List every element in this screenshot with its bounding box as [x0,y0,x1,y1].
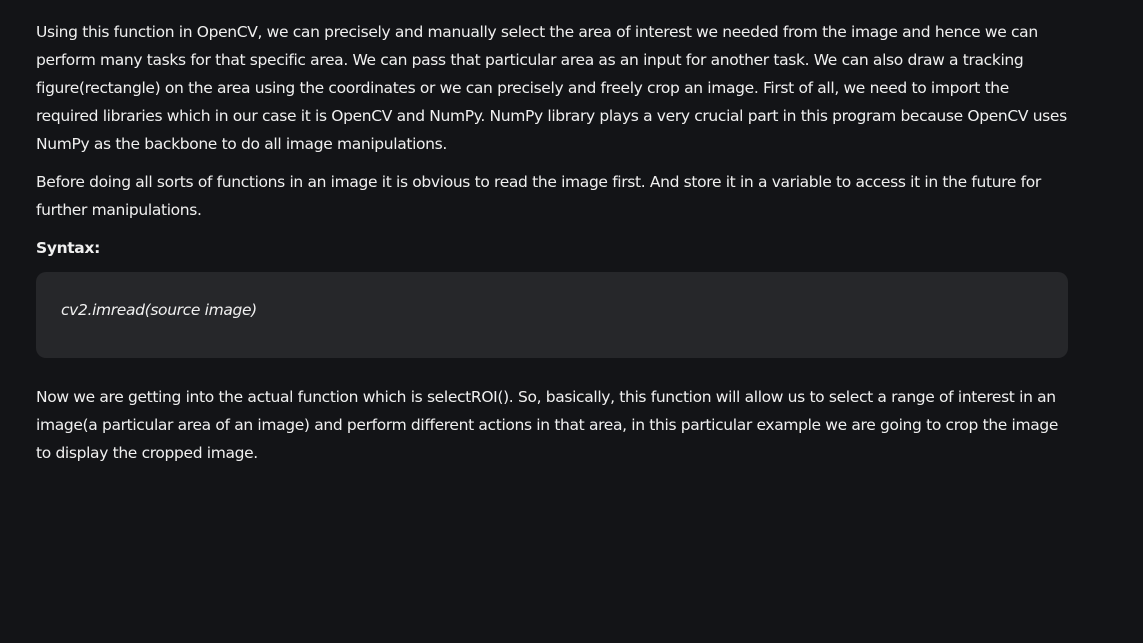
intro-paragraph: Using this function in OpenCV, we can pr… [36,23,1067,153]
article-body: Using this function in OpenCV, we can pr… [36,18,1068,467]
code-snippet[interactable]: cv2.imread(source image) [61,301,257,319]
selectroi-paragraph: Now we are getting into the actual funct… [36,388,1059,462]
syntax-heading: Syntax: [36,239,100,257]
code-block[interactable]: cv2.imread(source image) [36,272,1068,358]
read-image-paragraph: Before doing all sorts of functions in a… [36,173,1041,219]
